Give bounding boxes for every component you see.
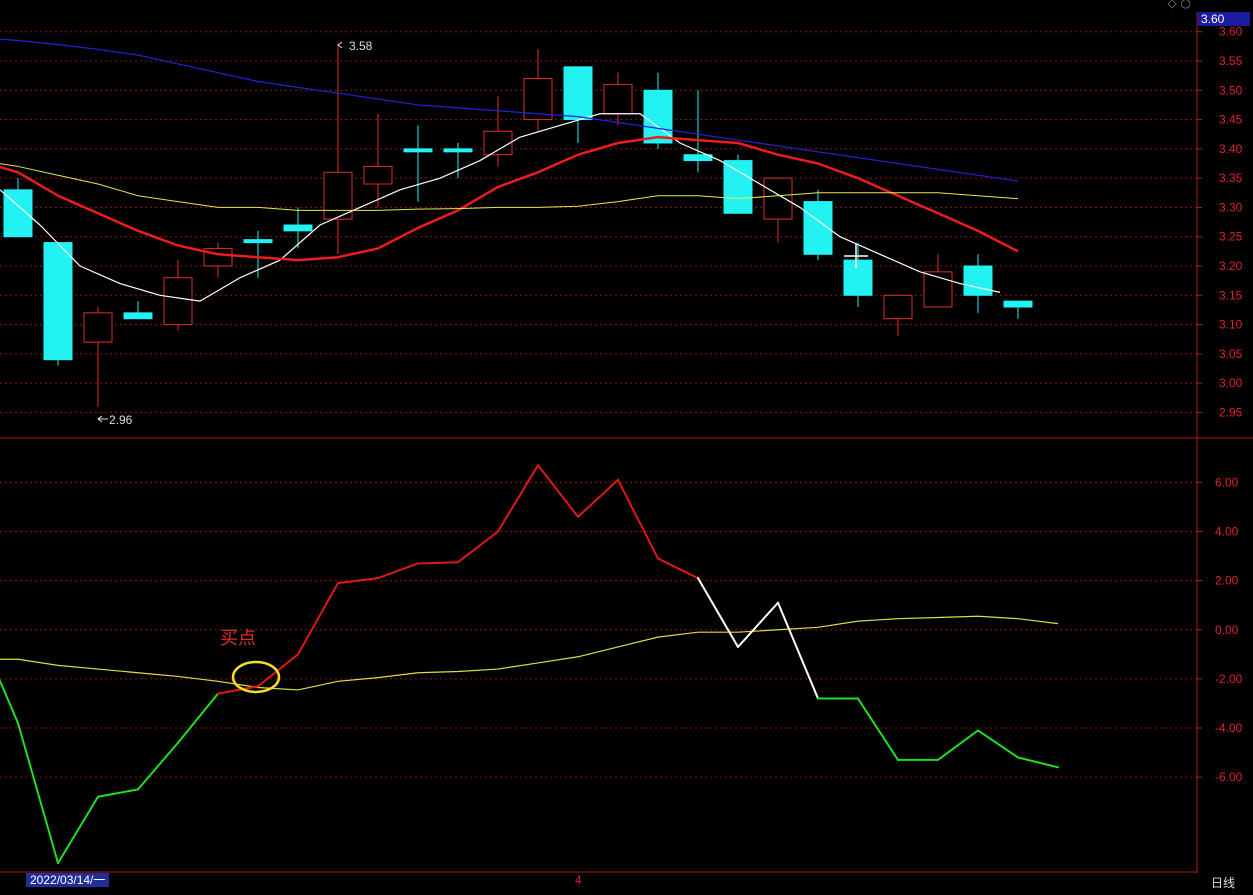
oscillator-segment [417,561,459,565]
price-tick-label: 3.35 [1219,171,1243,185]
buy-point-label: 买点 [220,628,256,649]
candle-body [123,312,153,320]
candle-body [83,312,113,343]
osc-tick-label: 2.00 [1215,574,1239,588]
osc-tick-label: -4.00 [1215,721,1243,735]
osc-tick-label: -2.00 [1215,672,1243,686]
candle-body [563,66,593,121]
price-tick-label: 3.45 [1219,113,1243,127]
period-label[interactable]: 日线 [1211,874,1235,891]
candle-body [963,265,993,296]
price-tick-label: 3.60 [1219,25,1243,39]
candle-body [323,171,353,220]
candle-body [403,148,433,153]
diamond-icon[interactable]: ◇ ○ [1167,0,1191,10]
candle-body [43,242,73,361]
price-tick-label: 2.95 [1219,405,1243,419]
price-tick-label: 3.20 [1219,259,1243,273]
price-tick-label: 3.10 [1219,318,1243,332]
candle-body [243,239,273,244]
candle-body [883,294,913,320]
price-tick-label: 3.50 [1219,83,1243,97]
time-marker: 4 [575,873,582,887]
candle-down [723,154,753,214]
high-price-label: 3.58 [349,39,373,53]
price-tick-label: 3.15 [1219,288,1243,302]
osc-tick-label: 4.00 [1215,525,1239,539]
candle-body [363,165,393,185]
candle-body [843,259,873,296]
price-tick-label: 3.55 [1219,54,1243,68]
candle-body [163,277,193,326]
candle-body [723,160,753,214]
candle-body [443,148,473,153]
candle-body [483,130,513,156]
osc-tick-label: 6.00 [1215,475,1239,489]
candle-body [763,177,793,220]
candle-body [603,83,633,115]
candle-body [283,224,313,232]
stock-chart[interactable]: 2.95 3.00 3.05 3.10 3.15 3.20 3.25 3.30 3.35 3.40… [0,0,1253,895]
candle-body [1003,300,1033,308]
osc-tick-label: -6.00 [1215,770,1243,784]
candle-down [43,242,73,366]
price-tick-label: 3.05 [1219,347,1243,361]
price-tick-label: 3.30 [1219,200,1243,214]
candle-body [643,89,673,144]
price-tick-label: 3.00 [1219,376,1243,390]
price-tick-label: 3.40 [1219,142,1243,156]
price-tick-label: 3.25 [1219,230,1243,244]
osc-tick-label: 0.00 [1215,623,1239,637]
low-price-label: 2.96 [109,413,133,427]
current-price-badge: 3.60 [1198,12,1250,26]
date-badge: 2022/03/14/一 [26,873,110,887]
